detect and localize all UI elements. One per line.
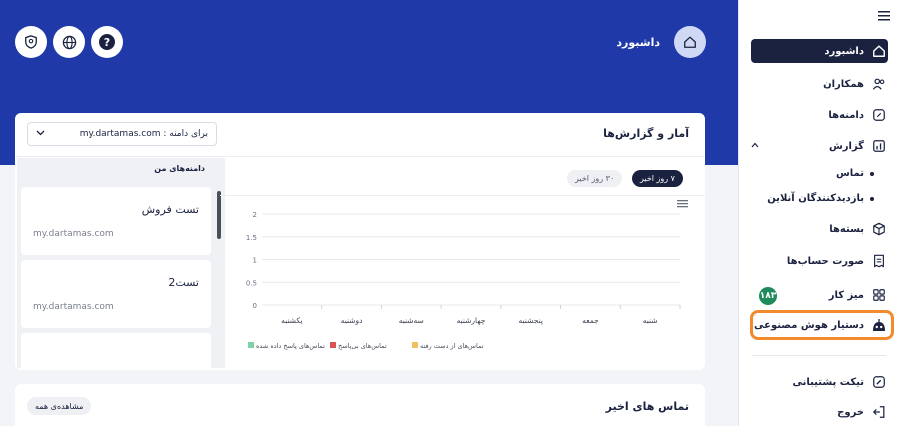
y-tick-label: 2 — [253, 211, 257, 219]
report-icon — [870, 137, 888, 155]
recent-calls-title: تماس های اخیر — [605, 400, 689, 413]
card-separator — [15, 156, 705, 157]
home-icon — [870, 42, 888, 60]
domain-card[interactable] — [21, 333, 211, 368]
help-button[interactable]: ? — [91, 26, 123, 58]
sidebar-item-label: گزارش — [828, 140, 864, 152]
y-tick-label: 0 — [253, 302, 257, 310]
domain-url: my.dartamas.com — [33, 302, 114, 312]
home-icon — [684, 36, 696, 48]
stats-card: آمار و گزارش‌ها برای دامنه : my.dartamas… — [15, 113, 705, 370]
sidebar-item-domains[interactable]: دامنه‌ها — [751, 103, 888, 127]
users-icon — [870, 75, 888, 93]
link-icon — [870, 106, 888, 124]
stats-title: آمار و گزارش‌ها — [603, 127, 689, 140]
see-all-button[interactable]: مشاهده‌ی همه — [27, 397, 92, 415]
range-7-days-button[interactable]: ۷ روز اخیر — [632, 170, 683, 187]
sidebar-item-dashboard[interactable]: داشبورد — [751, 39, 888, 63]
sidebar-subitem-calls[interactable]: تماس — [836, 168, 874, 179]
sidebar-divider — [752, 355, 886, 356]
recent-calls-card: تماس های اخیر مشاهده‌ی همه — [15, 384, 705, 426]
chart-menu-icon[interactable] — [677, 200, 688, 208]
sidebar-item-label: تیکت پشتیبانی — [792, 376, 864, 388]
ai-assistant-highlight — [750, 310, 894, 340]
y-tick-label: 0.5 — [246, 279, 257, 287]
x-tick-label: یکشنبه — [281, 316, 302, 325]
domain-name: تست فروش — [141, 203, 199, 216]
sidebar-item-label: داشبورد — [824, 45, 864, 57]
sidebar-item-invoices[interactable]: صورت حساب‌ها — [751, 249, 888, 273]
sidebar-item-report[interactable]: گزارش — [751, 134, 888, 158]
page-title: داشبورد — [616, 36, 660, 49]
ticket-icon — [870, 373, 888, 391]
bullet-icon — [870, 196, 874, 201]
domain-select[interactable]: برای دامنه : my.dartamas.com — [27, 122, 217, 146]
home-logo — [674, 26, 706, 58]
sidebar-item-support-ticket[interactable]: تیکت پشتیبانی — [751, 370, 888, 394]
sidebar-item-label: دامنه‌ها — [828, 109, 864, 121]
chevron-down-icon — [36, 129, 45, 139]
chevron-up-icon[interactable] — [751, 140, 759, 151]
sidebar-item-label: همکاران — [823, 78, 864, 90]
x-tick-label: دوشنبه — [341, 316, 363, 325]
language-button[interactable] — [53, 26, 85, 58]
domains-panel: دامنه‌های من تست فروش my.dartamas.com تس… — [17, 158, 225, 368]
sidebar-item-label: بسته‌ها — [829, 223, 864, 235]
domain-card[interactable]: تست2 my.dartamas.com — [21, 260, 211, 328]
help-icon: ? — [99, 34, 115, 50]
legend-swatch — [330, 342, 336, 348]
chart-separator — [220, 195, 705, 196]
x-tick-label: جمعه — [582, 316, 599, 325]
x-tick-label: سه‌شنبه — [399, 316, 424, 325]
domain-name: تست2 — [168, 276, 199, 289]
desk-count-badge: ۱۸۳ — [759, 287, 777, 305]
sidebar: داشبورد همکاران دامنه‌ها گزارش تماس بازد… — [738, 0, 900, 426]
range-30-days-button[interactable]: ۳۰ روز اخیر — [567, 170, 623, 187]
domain-card[interactable]: تست فروش my.dartamas.com — [21, 187, 211, 255]
domain-select-label: برای دامنه : my.dartamas.com — [79, 129, 208, 139]
sidebar-item-label: صورت حساب‌ها — [786, 255, 864, 267]
domain-url: my.dartamas.com — [33, 229, 114, 239]
x-tick-label: شنبه — [643, 316, 658, 325]
sidebar-item-colleagues[interactable]: همکاران — [751, 72, 888, 96]
shield-button[interactable] — [15, 26, 47, 58]
grid-icon — [870, 286, 888, 304]
y-tick-label: 1 — [253, 257, 257, 265]
shield-icon — [25, 35, 37, 49]
receipt-icon — [870, 252, 888, 270]
legend-label: تماس‌های پاسخ داده شده — [256, 342, 325, 350]
legend-label: تماس‌های بی‌پاسخ — [338, 342, 387, 350]
sidebar-item-label: خروج — [837, 406, 864, 418]
legend-swatch — [248, 342, 254, 348]
sidebar-item-logout[interactable]: خروج — [751, 400, 888, 424]
logout-icon — [870, 403, 888, 421]
hamburger-icon[interactable] — [878, 6, 890, 25]
globe-icon — [62, 35, 76, 49]
legend-swatch — [412, 342, 418, 348]
domains-heading: دامنه‌های من — [154, 164, 205, 173]
y-tick-label: 1.5 — [246, 234, 257, 242]
bullet-icon — [870, 171, 874, 176]
calls-chart: 0 0.5 1 1.5 2 شنبه جمعه پنجشنبه چهارشنبه سه‌شنبه د… — [246, 200, 688, 350]
sidebar-item-packages[interactable]: بسته‌ها — [751, 217, 888, 241]
x-tick-label: پنجشنبه — [518, 316, 542, 325]
box-icon — [870, 220, 888, 238]
svg-text:?: ? — [104, 36, 110, 49]
sidebar-item-label: میز کار — [828, 289, 864, 301]
sidebar-subitem-online-visitors[interactable]: بازدیدکنندگان آنلاین — [767, 193, 874, 204]
x-tick-label: چهارشنبه — [457, 316, 486, 325]
legend-label: تماس‌های از دست رفته — [420, 342, 484, 350]
